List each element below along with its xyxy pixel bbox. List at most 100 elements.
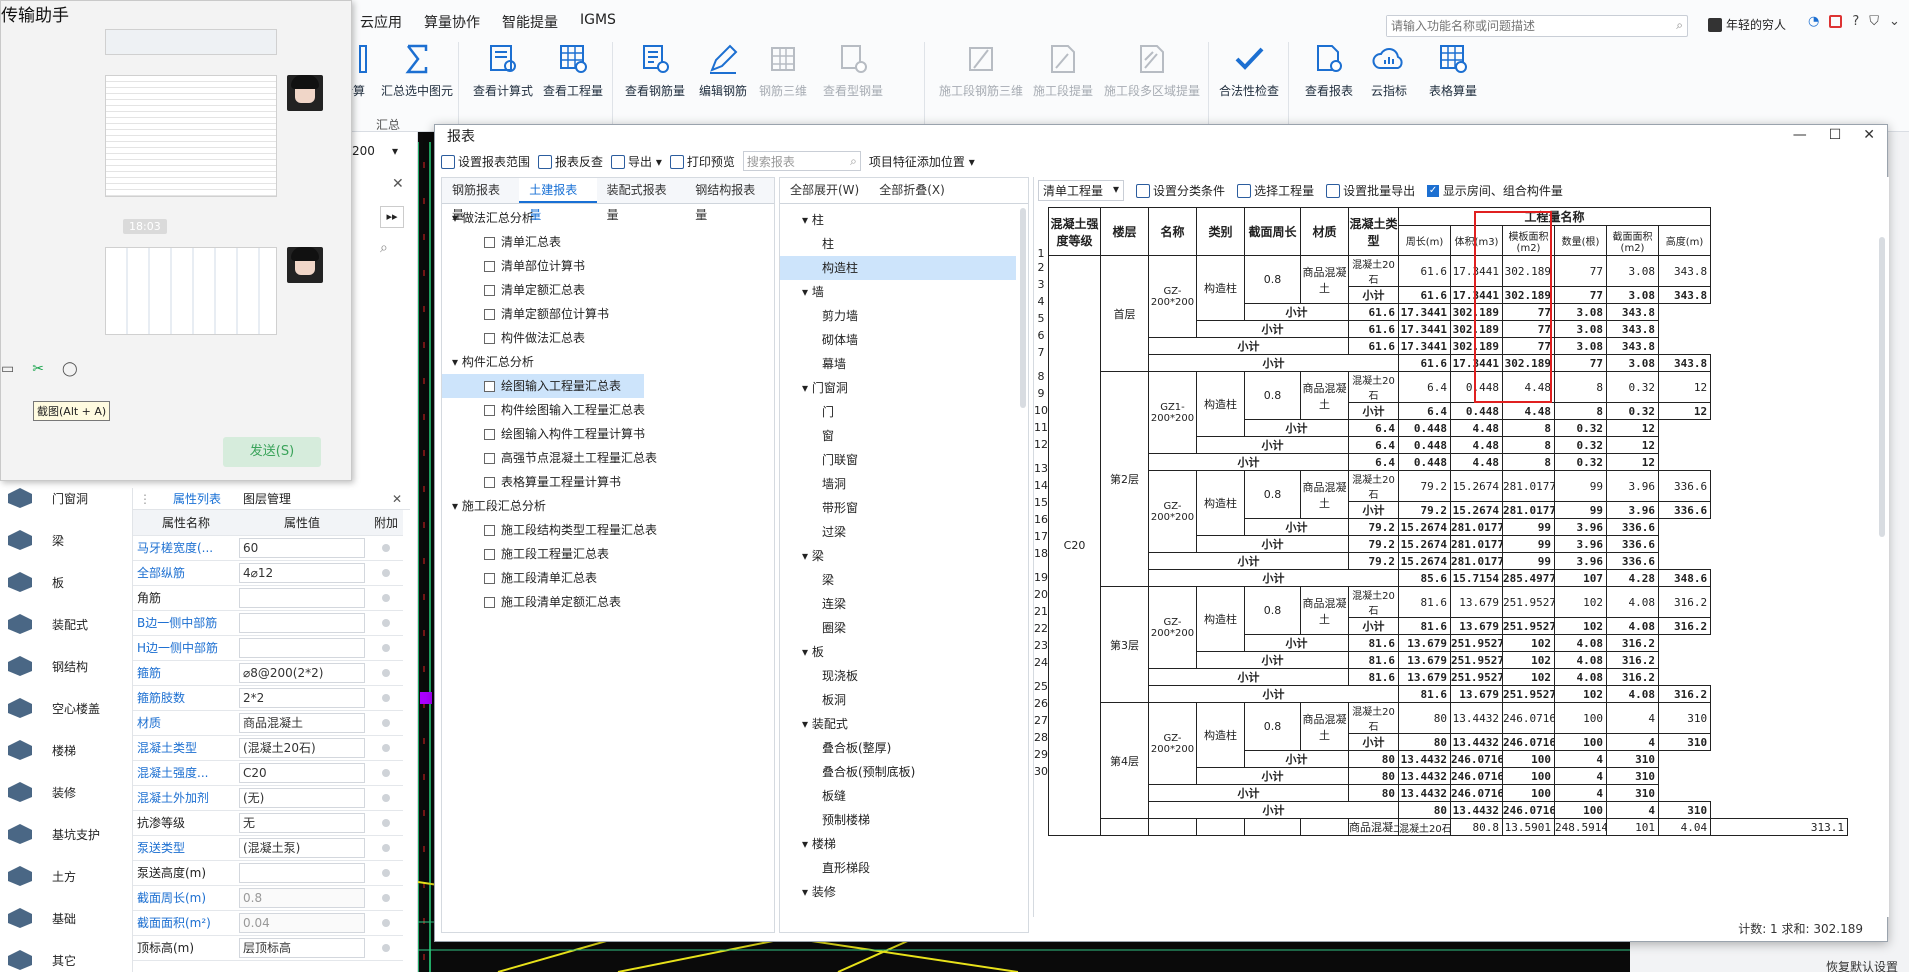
stage-rebar-3d-button[interactable]: 施工段钢筋三维 bbox=[936, 40, 1026, 100]
extra-toggle-icon[interactable] bbox=[382, 718, 390, 727]
value-cell[interactable]: 80 bbox=[1398, 801, 1451, 819]
value-cell[interactable]: 13.4432 bbox=[1398, 767, 1451, 785]
value-cell[interactable]: 79.2 bbox=[1398, 501, 1451, 519]
category-item[interactable]: 现浇板 bbox=[780, 664, 1028, 688]
value-cell[interactable]: 13.4432 bbox=[1450, 702, 1503, 734]
extra-toggle-icon[interactable] bbox=[382, 818, 390, 827]
value-cell[interactable]: 4.08 bbox=[1606, 617, 1659, 635]
image-thumbnail[interactable] bbox=[105, 247, 277, 335]
property-extra[interactable] bbox=[365, 785, 403, 811]
row-number[interactable]: 14 bbox=[1034, 479, 1048, 492]
value-cell[interactable]: 0.448 bbox=[1398, 419, 1451, 437]
value-cell[interactable]: 0.32 bbox=[1554, 453, 1607, 471]
category-item[interactable]: 梁 bbox=[780, 568, 1028, 592]
value-cell[interactable]: 316.2 bbox=[1606, 634, 1659, 652]
property-extra[interactable] bbox=[365, 710, 403, 736]
tree-item[interactable]: 构件做法汇总表 bbox=[442, 326, 774, 350]
value-cell[interactable]: 102 bbox=[1554, 617, 1607, 635]
property-row[interactable]: 混凝土外加剂 (无) bbox=[133, 785, 403, 811]
property-value-field[interactable]: 4⌀12 bbox=[239, 562, 365, 583]
property-extra[interactable] bbox=[365, 585, 403, 611]
value-cell[interactable]: 80 bbox=[1398, 702, 1451, 734]
table-row[interactable]: 商品混凝土 混凝土20石 80.8 13.5901 248.5914 101 4.04 313… bbox=[1049, 818, 1848, 836]
print-preview-button[interactable]: 打印预览 bbox=[669, 153, 735, 170]
value-cell[interactable]: 4.08 bbox=[1554, 634, 1607, 652]
tree-item[interactable]: 施工段清单定额汇总表 bbox=[442, 590, 774, 614]
tab-steel-report[interactable]: 钢结构报表量 bbox=[685, 178, 774, 222]
menu-item[interactable]: 算量协作 bbox=[424, 12, 480, 36]
menu-item[interactable]: 智能提量 bbox=[502, 12, 558, 36]
extra-toggle-icon[interactable] bbox=[382, 568, 390, 577]
row-number[interactable]: 25 bbox=[1034, 680, 1048, 693]
property-row[interactable]: 顶标高(m) 层顶标高 bbox=[133, 935, 403, 961]
property-row[interactable]: 材质 商品混凝土 bbox=[133, 710, 403, 736]
row-number[interactable]: 26 bbox=[1034, 697, 1048, 710]
category-item[interactable]: 直形梯段 bbox=[780, 856, 1028, 880]
row-number[interactable]: 22 bbox=[1034, 622, 1048, 635]
extra-toggle-icon[interactable] bbox=[382, 843, 390, 852]
property-value[interactable]: 2*2 bbox=[235, 685, 365, 711]
property-value-field[interactable]: 2*2 bbox=[239, 687, 365, 708]
nav-item-pit-support[interactable]: 基坑支护 bbox=[8, 814, 128, 854]
stage-extract-button[interactable]: 施工段提量 bbox=[1028, 40, 1098, 100]
value-cell[interactable]: 100 bbox=[1502, 767, 1555, 785]
function-search[interactable]: ⌕ bbox=[1386, 15, 1688, 37]
value-cell[interactable]: 3.96 bbox=[1606, 501, 1659, 519]
value-cell[interactable]: 102 bbox=[1502, 634, 1555, 652]
value-cell[interactable]: 316.2 bbox=[1657, 685, 1712, 703]
value-cell[interactable]: 99 bbox=[1502, 552, 1555, 570]
extra-toggle-icon[interactable] bbox=[382, 668, 390, 677]
value-cell[interactable]: 100 bbox=[1502, 750, 1555, 768]
extra-toggle-icon[interactable] bbox=[382, 593, 390, 602]
value-cell[interactable]: 251.9527 bbox=[1502, 586, 1555, 618]
tab-rebar-report[interactable]: 钢筋报表量 bbox=[442, 178, 519, 222]
extra-toggle-icon[interactable] bbox=[382, 793, 390, 802]
row-number[interactable]: 13 bbox=[1034, 462, 1048, 475]
value-cell[interactable]: 336.6 bbox=[1606, 535, 1659, 553]
tree-group[interactable]: ▾ 构件汇总分析 bbox=[442, 350, 774, 374]
tree-item[interactable]: 清单定额汇总表 bbox=[442, 278, 774, 302]
value-cell[interactable]: 246.0716 bbox=[1450, 750, 1503, 768]
category-item[interactable]: 过梁 bbox=[780, 520, 1028, 544]
category-item[interactable]: 连梁 bbox=[780, 592, 1028, 616]
property-row[interactable]: 泵送类型 (混凝土泵) bbox=[133, 835, 403, 861]
property-row[interactable]: 泵送高度(m) bbox=[133, 860, 403, 886]
report-search[interactable]: 搜索报表 ⌕ bbox=[742, 151, 861, 171]
value-cell[interactable]: 4.08 bbox=[1606, 685, 1659, 703]
value-cell[interactable]: 0.32 bbox=[1606, 402, 1659, 420]
tab-layers[interactable]: 图层管理 bbox=[243, 490, 291, 507]
value-cell[interactable]: 313.1 bbox=[1710, 818, 1848, 836]
value-cell[interactable]: 3.08 bbox=[1554, 320, 1607, 338]
extra-toggle-icon[interactable] bbox=[382, 943, 390, 952]
value-cell[interactable]: 4.48 bbox=[1450, 419, 1503, 437]
value-cell[interactable]: 4.48 bbox=[1450, 453, 1503, 471]
value-cell[interactable]: 336.6 bbox=[1657, 470, 1712, 502]
value-cell[interactable]: 0.32 bbox=[1554, 419, 1607, 437]
property-row[interactable]: H边一侧中部筋 bbox=[133, 635, 403, 661]
value-cell[interactable]: 3.08 bbox=[1554, 303, 1607, 321]
value-cell[interactable]: 336.6 bbox=[1606, 518, 1659, 536]
drag-handle-icon[interactable]: ⋮ bbox=[139, 492, 151, 506]
row-number[interactable]: 29 bbox=[1034, 748, 1048, 761]
property-extra[interactable] bbox=[365, 635, 403, 661]
value-cell[interactable]: 81.6 bbox=[1348, 651, 1399, 669]
property-extra[interactable] bbox=[365, 810, 403, 836]
value-cell[interactable]: 13.679 bbox=[1398, 668, 1451, 686]
property-value[interactable] bbox=[235, 610, 365, 636]
user-area[interactable]: 年轻的穷人 bbox=[1708, 16, 1786, 33]
value-cell[interactable]: 6.4 bbox=[1348, 419, 1399, 437]
value-cell[interactable]: 77 bbox=[1554, 354, 1607, 372]
value-cell[interactable]: 13.4432 bbox=[1450, 801, 1503, 819]
value-cell[interactable]: 77 bbox=[1554, 255, 1607, 287]
value-cell[interactable]: 310 bbox=[1606, 767, 1659, 785]
value-cell[interactable]: 101 bbox=[1606, 818, 1659, 836]
value-cell[interactable]: 343.8 bbox=[1657, 255, 1712, 287]
help-icon[interactable]: ? bbox=[1852, 14, 1859, 29]
value-cell[interactable]: 100 bbox=[1554, 801, 1607, 819]
property-extra[interactable] bbox=[365, 660, 403, 686]
subtotal-row[interactable]: 小计 61.6 17.3441 302.189 77 3.08 343.8 bbox=[1049, 337, 1848, 355]
value-cell[interactable]: 6.4 bbox=[1348, 436, 1399, 454]
send-button[interactable]: 发送(S) bbox=[223, 437, 321, 467]
set-range-button[interactable]: 设置报表范围 bbox=[441, 153, 530, 170]
value-cell[interactable]: 12 bbox=[1606, 453, 1659, 471]
